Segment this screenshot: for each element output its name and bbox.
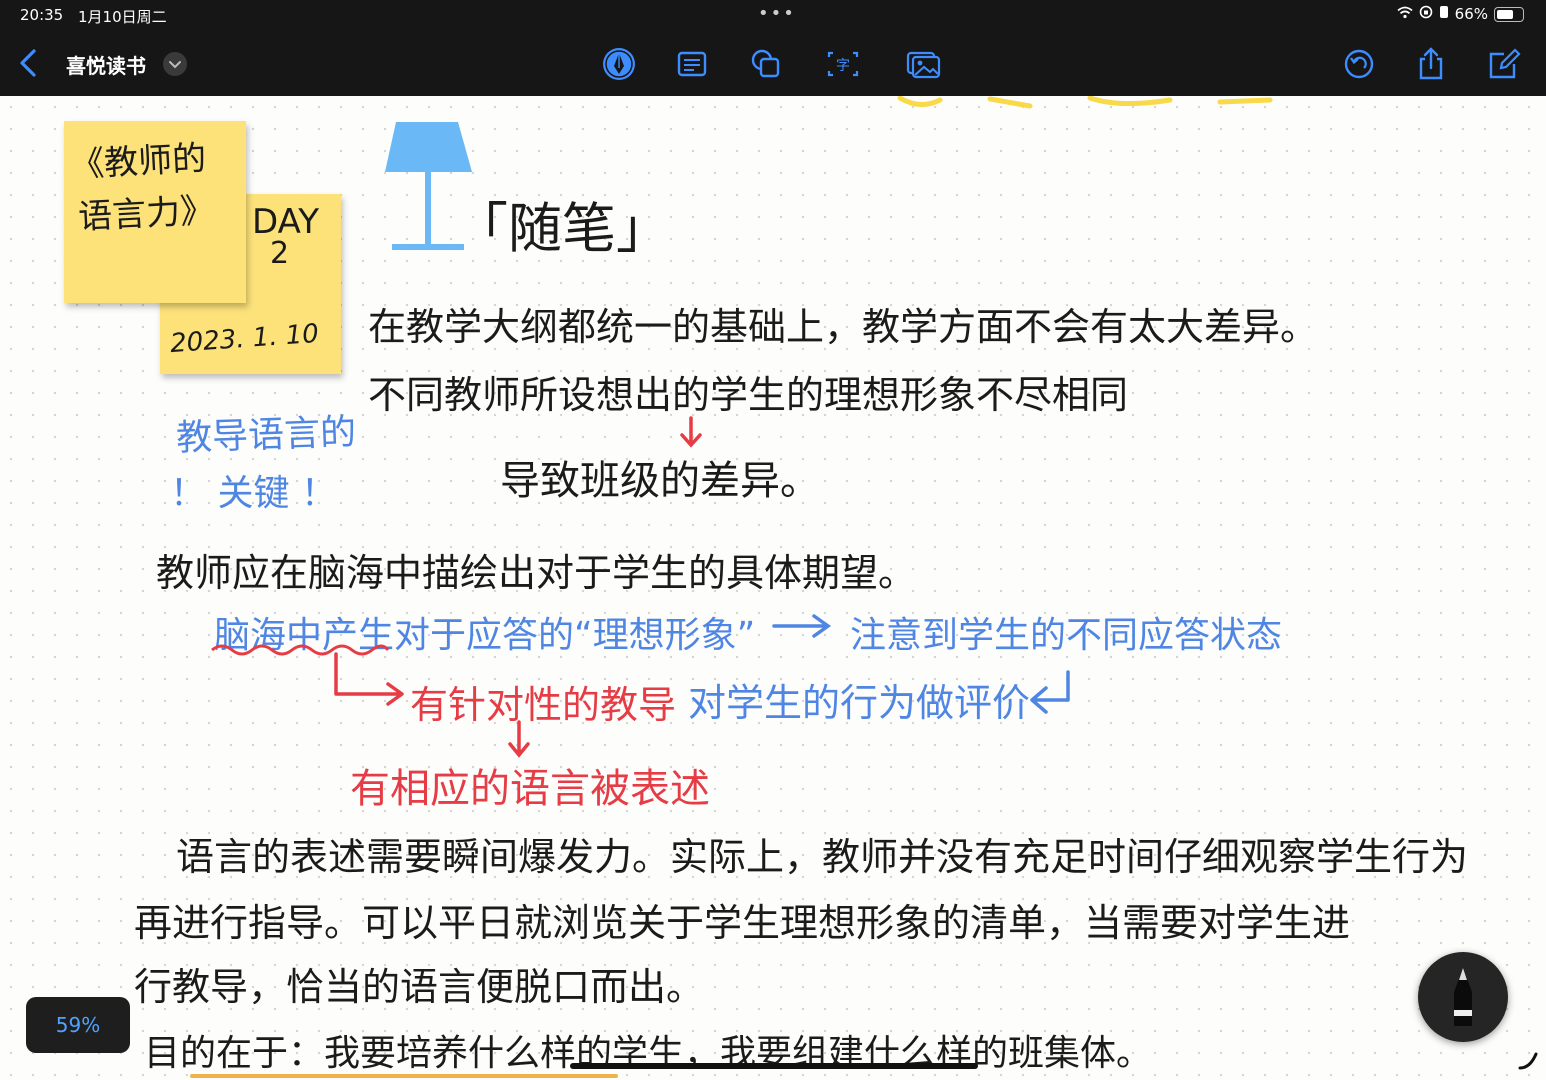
pen-tool-icon[interactable] — [599, 44, 639, 84]
note-canvas[interactable]: 《教师的 语言力》 DAY 2 2023. 1. 10 「随笔」 在教学大纲都统… — [0, 96, 1546, 1080]
status-time: 20:35 — [20, 6, 64, 24]
image-icon[interactable] — [903, 44, 943, 84]
blue-line-target: 注意到学生的不同应答状态 — [850, 615, 1283, 656]
multitask-dots-icon[interactable]: ••• — [758, 3, 796, 24]
orange-underline — [190, 1074, 618, 1078]
day-number: 2 — [270, 236, 290, 271]
app-toolbar: 喜悦读书 字 — [0, 30, 1546, 96]
heading-suibi: 「随笔」 — [454, 197, 670, 260]
blue-return-arrow — [1030, 670, 1070, 714]
blue-line-2: 对学生的行为做评价 — [688, 681, 1031, 725]
floating-pen-button[interactable] — [1418, 952, 1508, 1042]
zoom-level-badge: 59% — [26, 997, 130, 1053]
text-line-3: 导致班级的差异。 — [500, 458, 820, 504]
red-line-1: 有针对性的教导 — [410, 683, 677, 727]
compose-icon[interactable] — [1484, 44, 1524, 84]
text-box-icon[interactable] — [672, 44, 712, 84]
shapes-icon[interactable] — [746, 44, 786, 84]
notebook-title[interactable]: 喜悦读书 — [66, 50, 146, 79]
text-line-2: 不同教师所设想出的学生的理想形象不尽相同 — [368, 373, 1129, 417]
svg-text:字: 字 — [836, 58, 850, 74]
red-down-arrow-1 — [680, 416, 702, 448]
red-elbow-arrow — [334, 652, 404, 706]
battery-icon — [1494, 6, 1524, 22]
status-date: 1月10日周二 — [78, 8, 167, 26]
text-line-1: 在教学大纲都统一的基础上，教学方面不会有太大差异。 — [368, 305, 1319, 349]
red-down-arrow-2 — [508, 720, 530, 758]
undo-icon[interactable] — [1339, 44, 1379, 84]
chevron-down-icon[interactable] — [163, 52, 187, 76]
status-right: 66% — [1397, 5, 1524, 23]
text-recognition-icon[interactable]: 字 — [823, 44, 863, 84]
partial-yellow-strokes — [897, 96, 1273, 109]
blue-right-arrow — [772, 614, 832, 638]
red-line-2: 有相应的语言被表述 — [350, 766, 710, 812]
text-line-4: 教师应在脑海中描绘出对于学生的具体期望。 — [156, 551, 917, 595]
paragraph-line-3: 行教导，恰当的语言便脱口而出。 — [134, 965, 705, 1009]
share-icon[interactable] — [1411, 44, 1451, 84]
pencil-battery-icon — [1439, 5, 1449, 23]
paragraph-line-2: 再进行指导。可以平日就浏览关于学生理想形象的清单，当需要对学生进 — [134, 901, 1351, 945]
book-title-line2: 语言力》 — [77, 190, 216, 238]
status-bar: 20:35 1月10日周二 ••• 66% — [0, 0, 1546, 30]
back-chevron-icon[interactable] — [14, 47, 44, 79]
side-note-line2: ！ 关键 ！ — [170, 473, 337, 514]
battery-percent: 66% — [1454, 5, 1488, 23]
lasso-corner-icon[interactable] — [1516, 1048, 1542, 1074]
orientation-lock-icon — [1419, 5, 1433, 23]
paragraph-line-1: 语言的表述需要瞬间爆发力。实际上，教师并没有充足时间仔细观察学生行为 — [176, 835, 1469, 879]
book-title-line1: 《教师的 — [69, 138, 208, 186]
pencil-icon — [1454, 968, 1472, 1026]
side-note-line1: 教导语言的 — [175, 411, 357, 460]
home-indicator[interactable] — [570, 1063, 978, 1069]
wifi-icon — [1397, 5, 1413, 23]
